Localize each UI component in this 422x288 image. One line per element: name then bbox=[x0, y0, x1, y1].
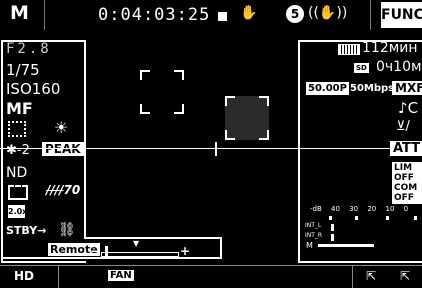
exposure-meter-scale bbox=[101, 252, 179, 257]
func-button[interactable]: FUNC. bbox=[381, 2, 422, 28]
fan-badge[interactable]: FAN bbox=[108, 270, 134, 281]
meter-level-r bbox=[331, 234, 334, 241]
assign-number-icon: 5 bbox=[286, 5, 304, 23]
panel-border bbox=[220, 237, 222, 259]
wind-filter-icon: ⊻/ bbox=[396, 119, 410, 134]
bottom-status-bar: HD FAN ⇱ ⇱ bbox=[0, 265, 422, 288]
af-corner bbox=[259, 96, 269, 106]
meter-level-l bbox=[331, 224, 334, 231]
shooting-mode: M bbox=[10, 2, 29, 24]
af-corner bbox=[259, 130, 269, 140]
stop-square-icon bbox=[218, 12, 227, 21]
exposure-plus: + bbox=[180, 244, 191, 258]
divider bbox=[352, 266, 353, 288]
af-corner bbox=[174, 104, 184, 114]
focus-guide-icon bbox=[8, 121, 26, 137]
zebra-icon: ////70 bbox=[46, 183, 81, 197]
frame-icon bbox=[8, 185, 28, 200]
divider bbox=[44, 0, 45, 30]
meter-tick bbox=[414, 216, 417, 220]
limiter-badge[interactable]: LIM OFF bbox=[392, 162, 422, 184]
top-status-bar: M 0:04:03:25 ✋ 5 ((✋)) FUNC. bbox=[0, 0, 422, 30]
timecode: 0:04:03:25 bbox=[98, 5, 211, 25]
slot-a-icon: ⇱ bbox=[366, 269, 377, 283]
nd-filter-label[interactable]: ND bbox=[6, 165, 27, 181]
meter-tick bbox=[355, 216, 358, 220]
compressor-badge[interactable]: COM OFF bbox=[392, 182, 422, 204]
af-corner bbox=[140, 70, 150, 80]
meter-tick bbox=[386, 216, 389, 220]
meter-label-m: M bbox=[306, 241, 313, 250]
af-frame-selected[interactable] bbox=[225, 96, 269, 140]
level-center-tick bbox=[215, 142, 217, 156]
af-corner bbox=[140, 104, 150, 114]
audio-meter-scale: -dB 40 30 20 10 0 bbox=[310, 205, 409, 213]
meter-label-int-l: INT_L bbox=[305, 222, 322, 229]
link-icon: ⛓ bbox=[58, 222, 76, 238]
af-corner bbox=[225, 130, 235, 140]
audio-mode-label: ♪C bbox=[398, 99, 419, 117]
panel-border bbox=[84, 237, 221, 239]
af-corner bbox=[225, 96, 235, 106]
recording-time-remaining: 0ч10м bbox=[376, 59, 422, 75]
divider bbox=[370, 0, 371, 30]
bitrate-label[interactable]: 50Mbps bbox=[350, 83, 394, 94]
digital-zoom-icon: 2.0x bbox=[8, 205, 28, 218]
hd-label: HD bbox=[14, 269, 35, 283]
attenuator-badge[interactable]: ATT bbox=[390, 141, 422, 156]
battery-remaining: 112мин bbox=[362, 40, 418, 56]
meter-tick bbox=[329, 216, 332, 220]
sd-card-icon: SD bbox=[354, 63, 369, 73]
exposure-meter-center-mark: ▼ bbox=[133, 239, 140, 248]
focus-mode[interactable]: MF bbox=[6, 99, 33, 118]
hand-stabilizer-icon: ✋ bbox=[240, 5, 258, 21]
peaking-badge[interactable]: PEAK bbox=[42, 142, 84, 156]
image-stabilizer-icon: ((✋)) bbox=[308, 5, 348, 21]
shutter-value[interactable]: 1/75 bbox=[6, 61, 40, 79]
exposure-minus: − bbox=[90, 244, 101, 258]
exposure-meter-needle bbox=[105, 246, 108, 257]
battery-icon bbox=[338, 44, 360, 55]
sun-icon: ☀ bbox=[54, 118, 69, 137]
peaking-level: ✱-2 bbox=[6, 143, 30, 158]
af-frame[interactable] bbox=[140, 70, 184, 114]
slot-b-icon: ⇱ bbox=[400, 269, 411, 283]
meter-level-m bbox=[318, 244, 374, 247]
af-corner bbox=[174, 70, 184, 80]
iso-value[interactable]: ISO160 bbox=[6, 80, 60, 98]
meter-label-int-r: INT_R bbox=[305, 232, 323, 239]
standby-label: STBY→ bbox=[6, 224, 47, 237]
aperture-value[interactable]: F2.8 bbox=[6, 41, 52, 57]
framerate-badge[interactable]: 50.00P bbox=[306, 82, 349, 95]
divider bbox=[58, 266, 59, 288]
file-format-badge[interactable]: MXF bbox=[392, 81, 422, 95]
panel-border bbox=[84, 40, 86, 239]
